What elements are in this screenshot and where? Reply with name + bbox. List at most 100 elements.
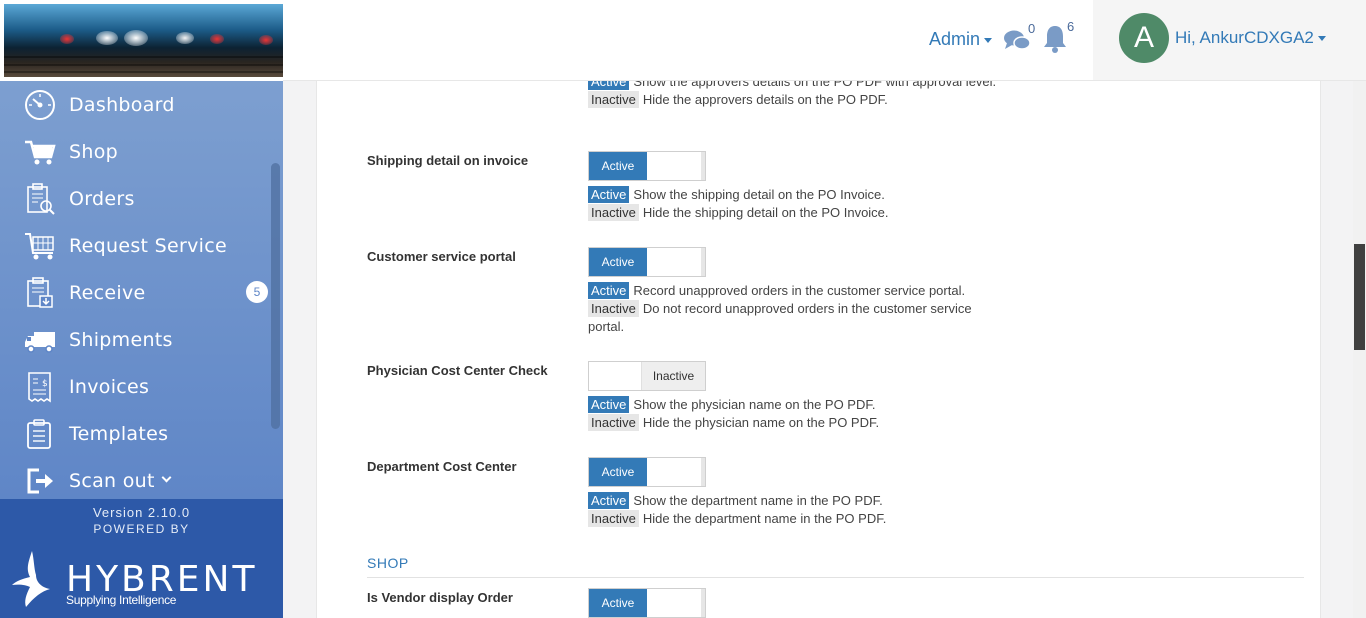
active-tag: Active xyxy=(588,282,630,299)
inactive-description: Hide the department name in the PO PDF. xyxy=(642,511,887,526)
chevron-down-icon xyxy=(161,472,172,483)
caret-down-icon xyxy=(984,37,993,43)
section-title-shop: SHOP xyxy=(367,555,409,571)
admin-label: Admin xyxy=(929,29,981,49)
sidebar-item-request-service[interactable]: Request Service xyxy=(0,222,283,269)
sidebar-item-invoices[interactable]: $ Invoices xyxy=(0,363,283,410)
sidebar-item-label: Request Service xyxy=(69,234,227,257)
active-tag: Active xyxy=(588,396,630,413)
active-description: Show the shipping detail on the PO Invoi… xyxy=(633,187,885,202)
setting-description: Active Record unapproved orders in the cu… xyxy=(588,282,1008,336)
brand-tagline: Supplying Intelligence xyxy=(66,593,177,607)
inactive-tag: Inactive xyxy=(588,510,639,527)
inactive-description: Hide the shipping detail on the PO Invoi… xyxy=(642,205,889,220)
inactive-tag: Inactive xyxy=(588,204,639,221)
setting-label-vendor-display-order: Is Vendor display Order xyxy=(367,590,513,605)
setting-label-shipping-detail: Shipping detail on invoice xyxy=(367,153,529,168)
sidebar-item-scan-out[interactable]: Scan out xyxy=(0,457,283,499)
setting-description: Active Show the department name in the PO… xyxy=(588,492,1008,528)
sidebar-item-label: Receive xyxy=(69,281,146,304)
sidebar-item-label: Orders xyxy=(69,187,135,210)
toggle-state: Active xyxy=(589,458,647,486)
shipping-detail-toggle[interactable]: Active xyxy=(588,151,706,181)
inactive-tag: Inactive xyxy=(588,414,639,431)
sidebar-item-label: Templates xyxy=(69,422,169,445)
toggle-state: Active xyxy=(589,152,647,180)
inactive-tag: Inactive xyxy=(588,91,639,108)
receive-clipboard-icon xyxy=(22,276,58,310)
svg-text:$: $ xyxy=(42,379,48,389)
active-tag: Active xyxy=(588,81,630,90)
service-cart-icon xyxy=(22,229,58,263)
user-dropdown[interactable]: Hi, AnkurCDXGA2 xyxy=(1175,28,1326,48)
setting-description: Active Show the approvers details on the … xyxy=(588,81,1008,109)
active-description: Show the approvers details on the PO PDF… xyxy=(633,81,997,89)
dashboard-gauge-icon xyxy=(22,88,58,122)
sidebar-item-receive[interactable]: Receive 5 xyxy=(0,269,283,316)
toggle-state: Active xyxy=(589,248,647,276)
sidebar-item-label: Scan out xyxy=(69,469,155,492)
shopping-cart-icon xyxy=(22,135,58,169)
sidebar-item-shipments[interactable]: Shipments xyxy=(0,316,283,363)
bell-icon xyxy=(1044,26,1066,53)
active-description: Show the physician name on the PO PDF. xyxy=(633,397,876,412)
inactive-description: Hide the approvers details on the PO PDF… xyxy=(642,92,888,107)
main-content: Active Show the approvers details on the … xyxy=(283,81,1353,618)
powered-by-label: POWERED BY xyxy=(93,522,190,536)
settings-panel: Active Show the approvers details on the … xyxy=(316,81,1321,618)
active-description: Show the department name in the PO PDF. xyxy=(633,493,883,508)
inactive-description: Do not record unapproved orders in the c… xyxy=(588,301,972,334)
active-description: Record unapproved orders in the customer… xyxy=(633,283,966,298)
hybrent-bird-icon xyxy=(12,551,50,607)
setting-label-customer-service-portal: Customer service portal xyxy=(367,249,516,264)
sidebar-item-orders[interactable]: Orders xyxy=(0,175,283,222)
admin-dropdown[interactable]: Admin xyxy=(929,29,993,50)
caret-down-icon xyxy=(1317,36,1326,42)
scan-out-exit-icon xyxy=(22,464,58,498)
sidebar-item-label: Shipments xyxy=(69,328,173,351)
invoice-receipt-icon: $ xyxy=(22,370,58,404)
hybrent-logo: HYBRENT Supplying Intelligence xyxy=(10,549,260,609)
user-greeting: Hi, AnkurCDXGA2 xyxy=(1175,28,1314,47)
messages-count: 0 xyxy=(1028,21,1036,36)
notifications-count: 6 xyxy=(1067,19,1075,34)
header-banner-image xyxy=(4,4,283,77)
sidebar-scrollbar[interactable] xyxy=(271,163,280,429)
sidebar-item-dashboard[interactable]: Dashboard xyxy=(0,81,283,128)
orders-clipboard-search-icon xyxy=(22,182,58,216)
logo-area xyxy=(0,0,283,81)
inactive-tag: Inactive xyxy=(588,300,639,317)
physician-cost-center-toggle[interactable]: Inactive xyxy=(588,361,706,391)
toggle-state: Inactive xyxy=(642,362,705,390)
setting-description: Active Show the shipping detail on the PO… xyxy=(588,186,1008,222)
sidebar-item-label: Dashboard xyxy=(69,93,175,116)
messages-button[interactable]: 0 xyxy=(1003,21,1039,54)
active-tag: Active xyxy=(588,492,630,509)
app-version: Version 2.10.0 xyxy=(92,505,191,520)
delivery-truck-icon xyxy=(22,323,58,357)
user-menu[interactable]: A Hi, AnkurCDXGA2 xyxy=(1093,0,1366,80)
section-divider xyxy=(367,577,1304,578)
customer-service-portal-toggle[interactable]: Active xyxy=(588,247,706,277)
sidebar-nav: Dashboard Shop Orders Request Service Re… xyxy=(0,81,283,499)
department-cost-center-toggle[interactable]: Active xyxy=(588,457,706,487)
vendor-display-order-toggle[interactable]: Active xyxy=(588,588,706,618)
sidebar-item-templates[interactable]: Templates xyxy=(0,410,283,457)
notifications-button[interactable]: 6 xyxy=(1042,19,1078,54)
avatar[interactable]: A xyxy=(1119,13,1169,63)
page-scrollbar-thumb[interactable] xyxy=(1354,244,1365,350)
toggle-state: Active xyxy=(589,589,647,617)
setting-description: Active Show the physician name on the PO … xyxy=(588,396,1008,432)
sidebar-footer: Version 2.10.0 POWERED BY HYBRENT Supply… xyxy=(0,499,283,618)
inactive-description: Hide the physician name on the PO PDF. xyxy=(642,415,880,430)
chat-bubbles-icon xyxy=(1004,30,1031,50)
active-tag: Active xyxy=(588,186,630,203)
receive-count-badge: 5 xyxy=(246,281,268,303)
setting-label-department-cost-center: Department Cost Center xyxy=(367,459,517,474)
top-header: Admin 0 6 A Hi, AnkurCDXGA2 xyxy=(283,0,1366,81)
sidebar-item-label: Shop xyxy=(69,140,118,163)
setting-label-physician-cost-center: Physician Cost Center Check xyxy=(367,363,548,378)
sidebar-item-shop[interactable]: Shop xyxy=(0,128,283,175)
templates-clipboard-icon xyxy=(22,417,58,451)
sidebar-item-label: Invoices xyxy=(69,375,150,398)
